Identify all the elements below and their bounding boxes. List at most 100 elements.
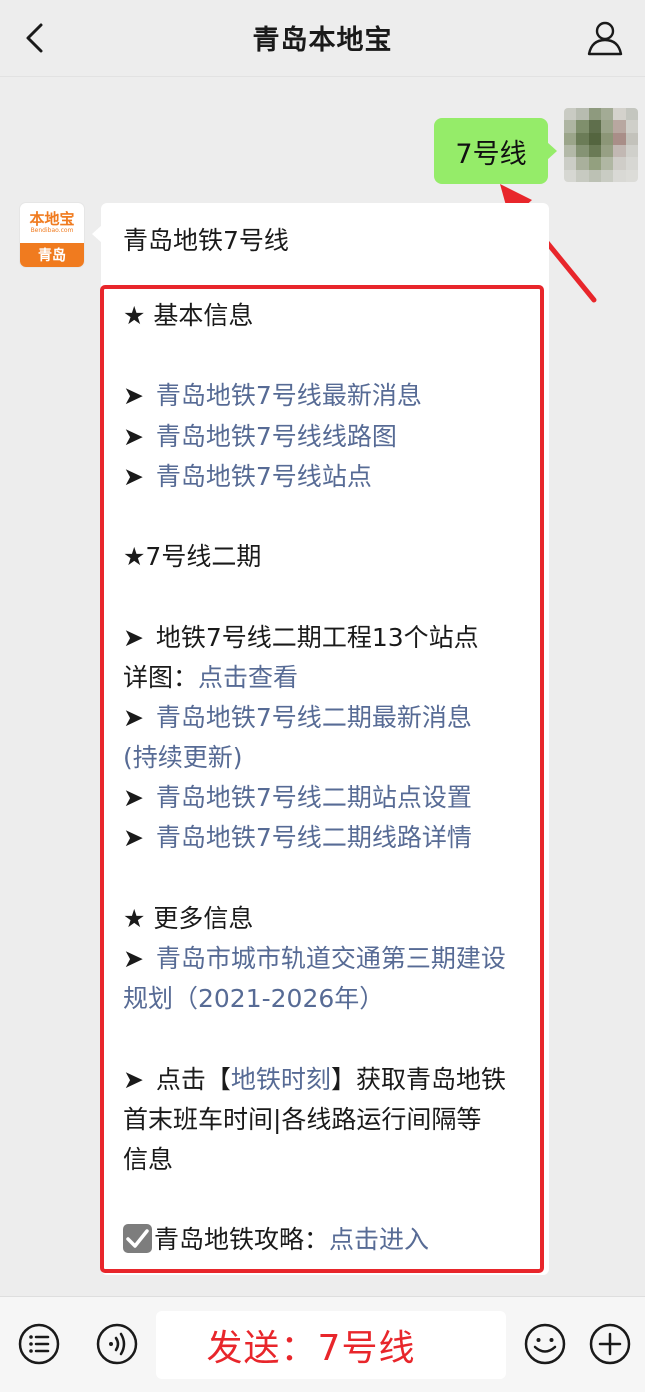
avatar-pixel xyxy=(613,144,626,158)
bullet-arrow-icon: ➤ xyxy=(123,783,152,813)
outgoing-message-bubble[interactable]: 7号线 xyxy=(434,118,557,184)
message-link[interactable]: 青岛地铁7号线最新消息 xyxy=(156,381,422,410)
message-line: 青岛地铁攻略：点击进入 xyxy=(123,1220,535,1260)
avatar-pixel xyxy=(600,157,614,170)
bullet-arrow-icon: ➤ xyxy=(123,461,152,491)
voice-icon[interactable] xyxy=(95,1322,139,1366)
avatar-pixel xyxy=(564,120,577,133)
bullet-arrow-icon: ➤ xyxy=(123,622,152,652)
bullet-arrow-icon: ➤ xyxy=(123,823,152,853)
avatar-pixel xyxy=(625,132,638,145)
chat-toolbar: 发送：7号线 xyxy=(0,1296,645,1392)
avatar-pixel xyxy=(588,144,601,158)
message-text: 信息 xyxy=(123,1144,174,1174)
avatar-pixel xyxy=(564,144,577,158)
message-line: (持续更新) xyxy=(123,738,535,778)
outgoing-message-text: 7号线 xyxy=(455,138,527,170)
checkmark-icon xyxy=(123,1224,152,1254)
message-text: 地铁7号线二期工程13个站点 xyxy=(155,622,479,652)
message-line: ➤ 青岛市城市轨道交通第三期建设 xyxy=(123,939,535,979)
message-line: ➤ 青岛地铁7号线线路图 xyxy=(123,417,535,457)
message-link[interactable]: 点击查看 xyxy=(198,663,298,692)
avatar-logo-url: Bendibao.com xyxy=(30,227,74,234)
message-text: ★ 基本信息 xyxy=(123,301,254,330)
user-avatar[interactable] xyxy=(564,108,638,182)
message-link[interactable]: (持续更新) xyxy=(123,743,243,772)
message-link[interactable]: 地铁时刻 xyxy=(231,1065,331,1094)
avatar-pixel xyxy=(576,157,589,170)
message-link[interactable]: 青岛地铁7号线线路图 xyxy=(156,422,397,451)
bullet-arrow-icon: ➤ xyxy=(123,1064,152,1094)
message-text: 首末班车时间|各线路运行间隔等 xyxy=(123,1104,482,1134)
avatar-pixel xyxy=(613,132,626,145)
avatar-logo-text: 本地宝 xyxy=(29,210,75,228)
avatar-pixel xyxy=(576,132,589,145)
message-link[interactable]: 规划（2021-2026年） xyxy=(123,984,384,1013)
message-line: ➤ 青岛地铁7号线二期线路详情 xyxy=(123,818,535,858)
bullet-arrow-icon: ➤ xyxy=(123,381,152,411)
message-text: 点击【 xyxy=(155,1064,231,1094)
avatar-pixel xyxy=(600,108,614,121)
avatar-pixel xyxy=(625,169,638,182)
message-line: 规划（2021-2026年） xyxy=(123,979,535,1019)
message-link[interactable]: 点击进入 xyxy=(329,1225,429,1254)
profile-icon[interactable] xyxy=(585,18,625,58)
message-line: ➤ 青岛地铁7号线站点 xyxy=(123,457,535,497)
send-hint-text: 发送：7号线 xyxy=(206,1328,416,1369)
avatar-pixel xyxy=(564,132,577,145)
message-link[interactable]: 青岛地铁7号线二期线路详情 xyxy=(156,823,472,852)
emoji-icon[interactable] xyxy=(523,1322,567,1366)
message-text: ★7号线二期 xyxy=(123,542,262,572)
message-line: ★7号线二期 xyxy=(123,537,535,577)
avatar-logo: 本地宝 Bendibao.com xyxy=(20,203,84,243)
avatar-pixel xyxy=(625,157,638,170)
message-text: ★ 更多信息 xyxy=(123,903,254,933)
message-line: 信息 xyxy=(123,1140,535,1180)
avatar-pixel xyxy=(564,157,577,170)
avatar-pixel xyxy=(576,120,589,133)
official-account-avatar[interactable]: 本地宝 Bendibao.com 青岛 xyxy=(20,203,84,267)
avatar-pixel xyxy=(564,108,577,121)
bullet-arrow-icon: ➤ xyxy=(123,944,152,973)
avatar-pixel xyxy=(613,120,626,133)
chat-title: 青岛本地宝 xyxy=(252,25,393,56)
avatar-pixel xyxy=(600,144,614,158)
bullet-arrow-icon: ➤ xyxy=(123,421,152,451)
avatar-pixel xyxy=(613,169,626,182)
avatar-city-label: 青岛 xyxy=(20,243,84,267)
avatar-pixel xyxy=(576,144,589,158)
message-line: ➤ 青岛地铁7号线二期站点设置 xyxy=(123,778,535,818)
message-line: ★ 更多信息 xyxy=(123,899,535,939)
avatar-pixel xyxy=(613,108,626,121)
message-line: ➤ 青岛地铁7号线最新消息 xyxy=(123,376,535,416)
message-link[interactable]: 青岛地铁7号线二期站点设置 xyxy=(156,783,472,812)
avatar-pixel xyxy=(588,120,601,133)
message-line: ➤ 青岛地铁7号线二期最新消息 xyxy=(123,698,535,738)
message-text: 】获取青岛地铁 xyxy=(330,1064,506,1094)
avatar-pixel xyxy=(576,108,589,121)
message-text: 青岛地铁攻略： xyxy=(154,1225,330,1255)
message-line: 首末班车时间|各线路运行间隔等 xyxy=(123,1100,535,1140)
bullet-arrow-icon: ➤ xyxy=(123,702,152,732)
avatar-pixel xyxy=(625,108,638,121)
chat-header: 青岛本地宝 xyxy=(0,0,645,77)
message-input[interactable]: 发送：7号线 xyxy=(156,1311,506,1379)
message-title: 青岛地铁7号线 xyxy=(123,226,289,255)
message-link[interactable]: 青岛地铁7号线二期最新消息 xyxy=(156,703,472,732)
avatar-pixel xyxy=(625,144,638,158)
plus-icon[interactable] xyxy=(588,1322,632,1366)
message-link[interactable]: 青岛市城市轨道交通第三期建设 xyxy=(156,944,506,973)
avatar-pixel xyxy=(600,132,614,145)
avatar-pixel xyxy=(588,108,601,121)
avatar-pixel xyxy=(600,120,614,133)
message-body: ★ 基本信息 ➤ 青岛地铁7号线最新消息 ➤ 青岛地铁7号线线路图 ➤ 青岛地铁7号线… xyxy=(123,296,535,1261)
avatar-pixel xyxy=(613,157,626,170)
message-link[interactable]: 青岛地铁7号线站点 xyxy=(156,462,372,491)
message-line: 详图：点击查看 xyxy=(123,658,535,698)
avatar-pixel xyxy=(588,132,601,145)
menu-list-icon[interactable] xyxy=(17,1322,61,1366)
message-line: ➤ 地铁7号线二期工程13个站点 xyxy=(123,618,535,658)
